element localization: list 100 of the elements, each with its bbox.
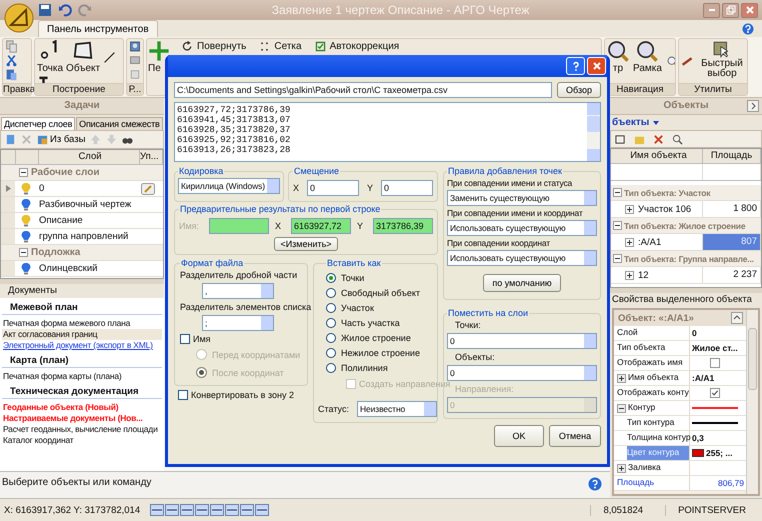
object-name[interactable]: :A/A1 [638,236,662,248]
ribbon-tab[interactable]: Панель инструментов [38,20,158,37]
chevron-right-icon[interactable] [747,100,759,112]
ribbon-button[interactable]: Повернуть [180,40,248,53]
undo-icon[interactable] [58,3,72,17]
collapse-icon[interactable] [731,312,743,324]
collapse-icon[interactable] [613,221,622,230]
list-separator-dropdown[interactable]: ; [202,315,274,331]
document-link[interactable]: Электронный документ (экспорт в XML) [2,340,162,351]
property-name[interactable]: Площадь [617,476,689,490]
file-path-field[interactable]: C:\Documents and Settings\galkin\Рабочий стол\С тахеометра.csv [174,82,552,98]
restore-button[interactable] [722,2,739,18]
property-name[interactable]: Тип объекта [617,341,689,355]
collapse-icon[interactable] [613,254,622,263]
document-item[interactable]: Расчет геоданных, вычисление площади [2,424,162,435]
object-name[interactable]: 12 [638,270,649,280]
radio-button[interactable]: Участок [326,300,374,315]
ribbon-button[interactable]: Пе [148,40,170,74]
rule-dropdown[interactable]: Использовать существующую [447,250,597,266]
column-header[interactable]: Имя объекта [611,149,703,163]
lightbulb-icon[interactable] [21,182,31,194]
lightbulb-icon[interactable] [21,230,31,242]
browse-button[interactable]: Обзор [557,82,601,98]
ribbon-button[interactable]: Точка [36,40,64,74]
document-item[interactable]: Печатная форма межевого плана [2,318,162,329]
document-item[interactable]: Каталог координат [2,435,162,446]
rule-dropdown[interactable]: Заменить существующую [447,190,597,206]
expand-icon[interactable] [625,270,634,280]
change-button[interactable]: <Изменить> [274,237,338,251]
ribbon-button[interactable]: Объект [65,40,102,74]
square-icon[interactable] [615,134,626,144]
property-name[interactable]: Имя объекта [628,371,689,385]
minimize-button[interactable] [703,2,720,18]
name-checkbox[interactable]: Имя [180,334,211,344]
save-icon[interactable] [38,3,52,17]
lightbulb-icon[interactable] [21,214,31,226]
decimal-separator-dropdown[interactable]: , [202,283,274,299]
ribbon-button[interactable]: Быстрый выбор [697,40,747,82]
snap-mode-icon[interactable] [240,504,254,516]
column-header[interactable]: Уп... [140,150,163,164]
expand-icon[interactable] [625,238,634,246]
layer-dropdown[interactable]: 0 [447,333,597,349]
expand-icon[interactable] [625,204,634,214]
snap-mode-icon[interactable] [165,504,180,516]
expand-icon[interactable] [617,464,626,472]
snap-mode-icon[interactable] [225,504,240,516]
from-database-button[interactable]: Из базы [37,134,86,145]
property-name[interactable]: Толщина контур [627,431,691,445]
snap-mode-icon[interactable] [180,504,194,516]
scrollbar[interactable] [746,310,758,494]
ribbon-button[interactable]: Автокоррекция [312,40,400,53]
snap-mode-icon[interactable] [195,504,210,516]
checkbox[interactable] [710,388,720,398]
snap-mode-icon[interactable] [210,504,224,516]
document-item[interactable]: Настраиваемые документы (Нов... [2,413,162,424]
offset-y-field[interactable]: 0 [381,180,434,196]
column-header[interactable]: Площадь [703,149,761,163]
ribbon-button[interactable]: Сетка [257,40,303,53]
ribbon-button[interactable]: тр [606,40,630,82]
document-icon[interactable] [5,134,16,145]
help-icon[interactable] [588,477,602,491]
panel-tab[interactable]: Диспетчер слоев [1,117,76,130]
collapse-icon[interactable] [19,248,28,257]
layer-row[interactable]: Разбивочный чертеж [1,197,163,213]
layer-row[interactable]: Описание [1,213,163,229]
collapse-icon[interactable] [613,188,622,197]
cancel-button[interactable]: Отмена [549,425,601,447]
radio-button[interactable]: Полилиния [326,360,388,375]
delete-icon[interactable] [653,134,664,144]
document-item[interactable]: Акт согласования границ [2,329,162,340]
status-dropdown[interactable]: Неизвестно [356,401,437,417]
radio-button[interactable]: Нежилое строение [326,345,420,360]
collapse-icon[interactable] [19,168,28,177]
app-logo-icon[interactable] [4,3,34,33]
layer-dropdown[interactable]: 0 [447,365,597,381]
panel-tab[interactable]: Описания смежеств [76,117,163,130]
ribbon-button[interactable]: Рамка [632,40,663,82]
default-button[interactable]: по умолчанию [483,274,561,292]
column-header[interactable]: Слой [39,150,140,164]
object-name[interactable]: Участок 106 [638,204,692,214]
offset-x-field[interactable]: 0 [307,180,360,196]
ok-button[interactable]: OK [494,425,544,447]
document-item[interactable]: Геоданные объекта (Новый) [2,402,162,413]
lightbulb-icon[interactable] [21,262,31,274]
scrollbar[interactable] [587,103,600,161]
property-name[interactable]: Слой [617,326,689,340]
convert-checkbox[interactable]: Конвертировать в зону 2 [174,390,308,400]
radio-button[interactable]: Часть участка [326,315,400,330]
collapse-icon[interactable] [617,404,626,412]
radio-button[interactable]: Точки [326,270,364,285]
encoding-dropdown[interactable]: Кириллица (Windows) [178,178,280,194]
edit-icon[interactable] [141,182,155,194]
lightbulb-icon[interactable] [21,198,31,210]
layer-row[interactable]: Олинцевский [1,261,163,277]
checkbox[interactable] [710,358,720,368]
snap-mode-icon[interactable] [150,504,164,516]
snap-mode-icon[interactable] [255,504,270,516]
help-button[interactable] [566,57,585,75]
close-button[interactable] [741,2,758,18]
document-item[interactable]: Печатная форма карты (плана) [2,371,162,382]
